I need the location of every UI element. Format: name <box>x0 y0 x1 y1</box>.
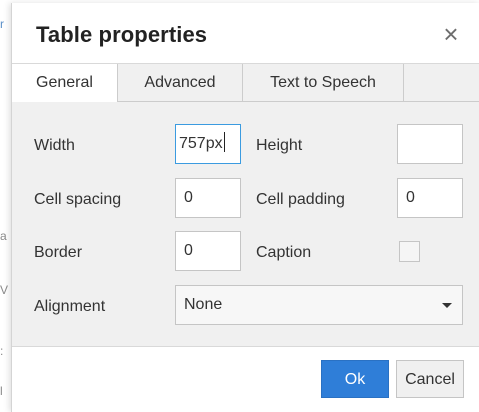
cancel-button[interactable]: Cancel <box>396 360 464 398</box>
dialog-body: General Advanced Text to Speech Width 75… <box>12 63 479 347</box>
tab-advanced[interactable]: Advanced <box>118 64 243 101</box>
dialog-title: Table properties <box>36 22 208 47</box>
border-input[interactable]: 0 <box>175 231 241 271</box>
close-icon[interactable]: × <box>440 21 462 47</box>
alignment-label: Alignment <box>34 298 106 315</box>
width-value: 757px <box>179 135 223 152</box>
background-fragment: r <box>0 17 4 31</box>
background-fragment: a <box>0 229 7 243</box>
alignment-select[interactable]: None <box>175 285 463 325</box>
table-properties-dialog: Table properties × General Advanced Text… <box>11 3 479 412</box>
width-input[interactable]: 757px <box>175 124 241 164</box>
alignment-selected-value: None <box>184 296 223 313</box>
tab-bar: General Advanced Text to Speech <box>12 64 479 102</box>
cell-padding-label: Cell padding <box>256 191 345 208</box>
caption-label: Caption <box>256 244 312 261</box>
caption-checkbox[interactable] <box>399 241 420 262</box>
cell-spacing-label: Cell spacing <box>34 191 122 208</box>
height-label: Height <box>256 137 303 154</box>
background-fragment: : <box>0 344 4 358</box>
ok-button[interactable]: Ok <box>321 360 389 398</box>
tab-general[interactable]: General <box>12 64 118 102</box>
height-input[interactable] <box>397 124 463 164</box>
cell-padding-input[interactable]: 0 <box>397 178 463 218</box>
text-caret <box>223 132 225 153</box>
cell-spacing-input[interactable]: 0 <box>175 178 241 218</box>
border-label: Border <box>34 244 83 261</box>
chevron-down-icon <box>442 303 452 308</box>
background-fragment: l <box>0 384 3 398</box>
tab-text-to-speech[interactable]: Text to Speech <box>243 64 404 101</box>
width-label: Width <box>34 137 75 154</box>
background-fragment: V <box>0 283 9 297</box>
